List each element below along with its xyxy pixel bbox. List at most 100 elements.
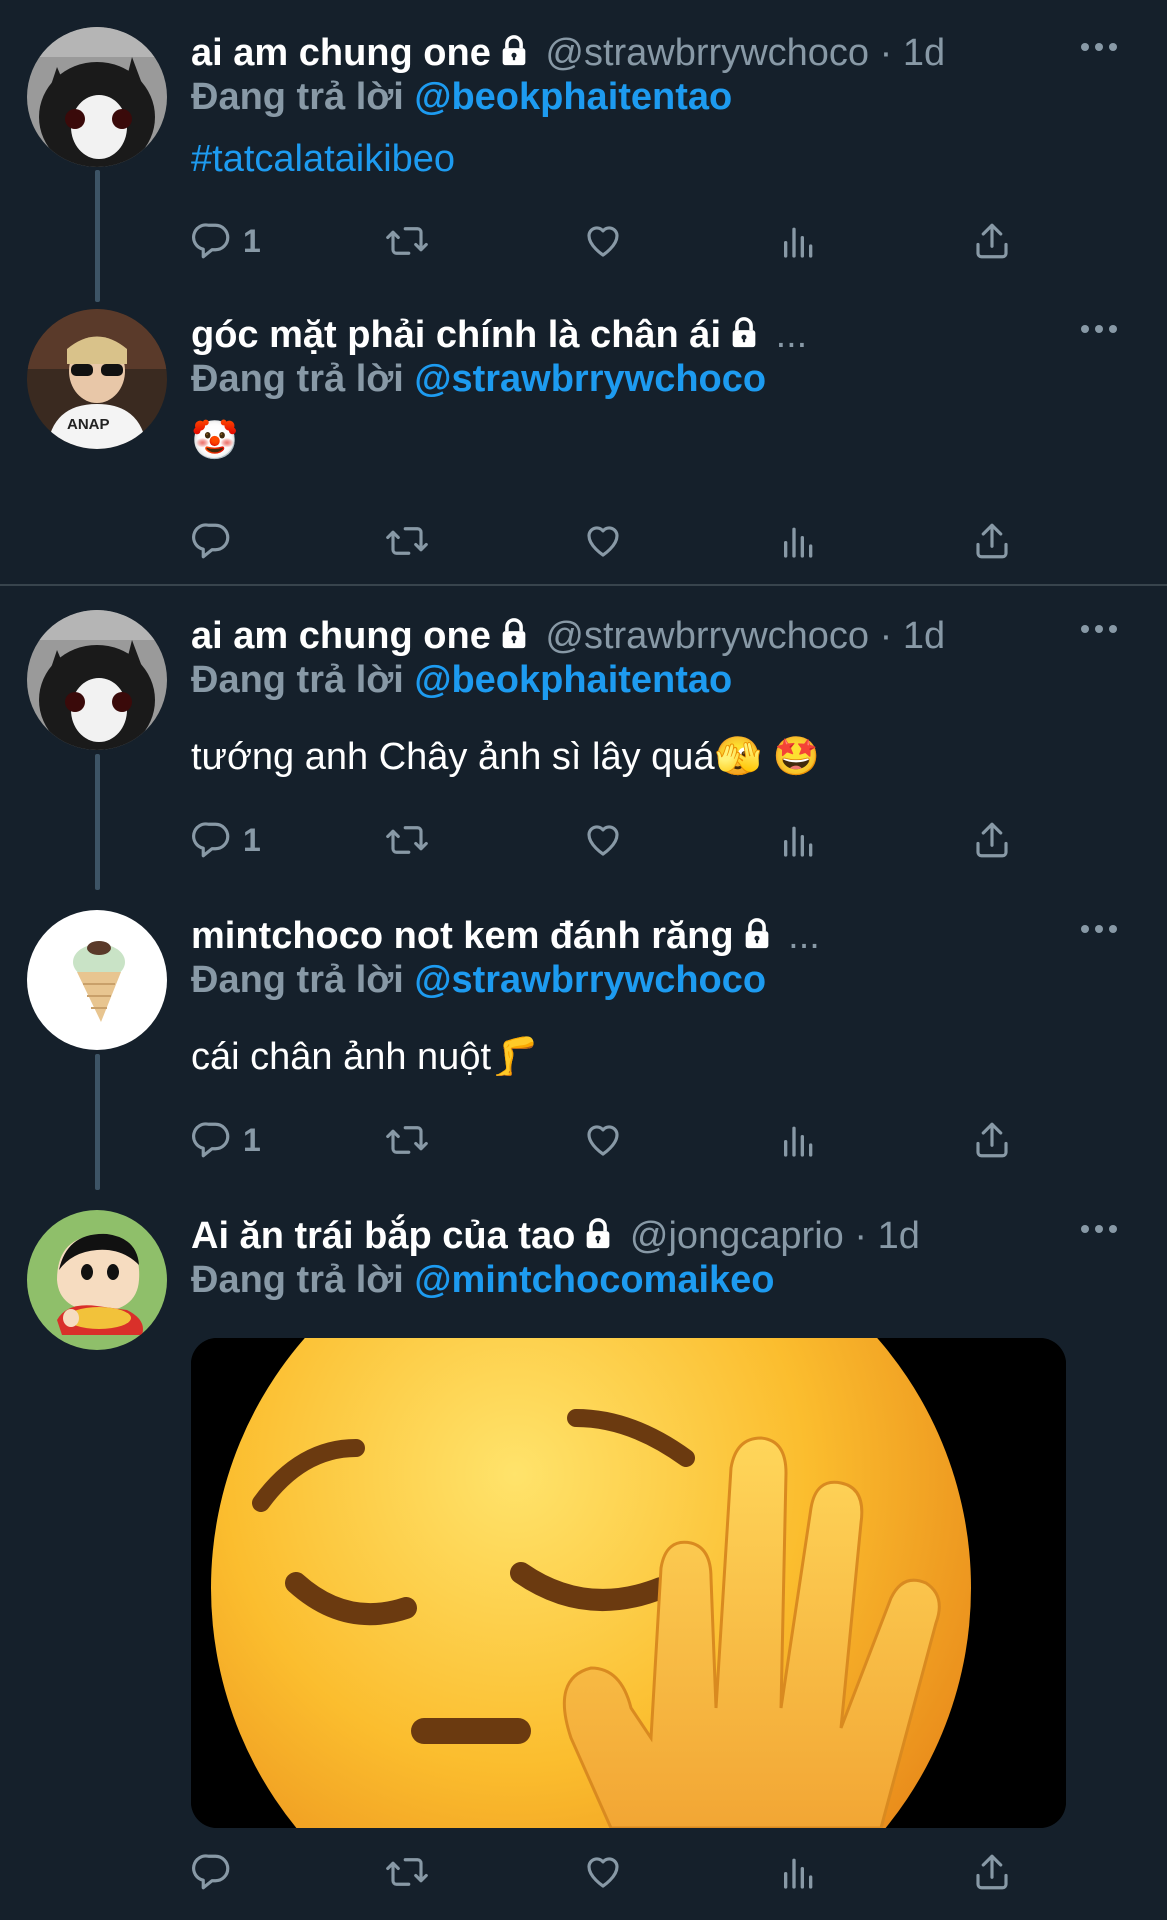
share-icon: [971, 520, 1013, 562]
more-icon[interactable]: [1079, 1222, 1119, 1234]
mention-link[interactable]: @beokphaitentao: [414, 76, 732, 118]
timestamp[interactable]: 1d: [878, 1215, 920, 1257]
name-truncation: ...: [775, 314, 808, 356]
share-button[interactable]: [971, 516, 1013, 566]
tweet[interactable]: ANAP góc mặt phải chính là chân ái ... Đ…: [0, 290, 1167, 586]
share-button[interactable]: [971, 216, 1013, 266]
display-name[interactable]: mintchoco not kem đánh răng: [191, 915, 734, 957]
like-icon: [581, 819, 625, 861]
reply-count: 1: [243, 1121, 261, 1158]
tweet-actions: 1: [191, 216, 1041, 266]
like-button[interactable]: [581, 815, 625, 865]
avatar[interactable]: [27, 27, 167, 167]
display-name[interactable]: ai am chung one: [191, 32, 491, 74]
timestamp[interactable]: 1d: [903, 615, 945, 657]
separator: ·: [879, 32, 893, 74]
avatar[interactable]: [27, 910, 167, 1050]
mention-link[interactable]: @strawbrrywchoco: [414, 358, 766, 400]
tweet-media-image[interactable]: [191, 1338, 1066, 1828]
retweet-button[interactable]: [383, 216, 431, 266]
replying-to-label: Đang trả lời: [191, 358, 404, 400]
lock-icon: [727, 315, 761, 361]
display-name[interactable]: ai am chung one: [191, 615, 491, 657]
display-name[interactable]: góc mặt phải chính là chân ái: [191, 314, 721, 356]
analytics-button[interactable]: [779, 815, 819, 865]
replying-to: Đang trả lời @strawbrrywchoco: [191, 356, 766, 402]
svg-text:ANAP: ANAP: [67, 416, 110, 433]
like-icon: [581, 520, 625, 562]
retweet-icon: [383, 1851, 431, 1893]
mention-link[interactable]: @strawbrrywchoco: [414, 959, 766, 1001]
thread-line: [95, 170, 100, 302]
like-icon: [581, 1851, 625, 1893]
reply-button[interactable]: 1: [191, 216, 261, 266]
retweet-button[interactable]: [383, 516, 431, 566]
retweet-button[interactable]: [383, 815, 431, 865]
more-icon[interactable]: [1079, 322, 1119, 334]
reply-icon: [191, 520, 233, 562]
analytics-icon: [779, 1119, 819, 1161]
tweet-header: mintchoco not kem đánh răng ...: [191, 913, 1027, 962]
like-button[interactable]: [581, 1115, 625, 1165]
tweet-header: ai am chung one @strawbrrywchoco · 1d: [191, 30, 1027, 79]
like-button[interactable]: [581, 516, 625, 566]
replying-to: Đang trả lời @beokphaitentao: [191, 657, 732, 703]
avatar[interactable]: ANAP: [27, 309, 167, 449]
replying-to-label: Đang trả lời: [191, 959, 404, 1001]
avatar[interactable]: [27, 610, 167, 750]
analytics-button[interactable]: [779, 1847, 819, 1897]
username[interactable]: @strawbrrywchoco: [545, 615, 869, 657]
analytics-icon: [779, 520, 819, 562]
analytics-button[interactable]: [779, 516, 819, 566]
thread-line: [95, 754, 100, 890]
username[interactable]: @strawbrrywchoco: [545, 32, 869, 74]
share-button[interactable]: [971, 815, 1013, 865]
lock-icon: [581, 1216, 615, 1262]
lock-icon: [497, 616, 531, 662]
avatar[interactable]: [27, 1210, 167, 1350]
tweet-actions: [191, 516, 1041, 566]
separator: ·: [879, 615, 893, 657]
retweet-button[interactable]: [383, 1847, 431, 1897]
reply-button[interactable]: [191, 516, 233, 566]
reply-button[interactable]: 1: [191, 815, 261, 865]
display-name[interactable]: Ai ăn trái bắp của tao: [191, 1215, 575, 1257]
lock-icon: [497, 33, 531, 79]
retweet-icon: [383, 220, 431, 262]
tweet[interactable]: ai am chung one @strawbrrywchoco · 1d Đa…: [0, 586, 1167, 890]
tweet[interactable]: mintchoco not kem đánh răng ... Đang trả…: [0, 886, 1167, 1190]
tweet-actions: 1: [191, 1115, 1041, 1165]
more-icon[interactable]: [1079, 622, 1119, 634]
share-icon: [971, 220, 1013, 262]
tweet-text: tướng anh Chây ảnh sì lây quá🫣 🤩: [191, 736, 820, 778]
tweet-actions: [191, 1847, 1041, 1897]
more-icon[interactable]: [1079, 40, 1119, 52]
like-button[interactable]: [581, 216, 625, 266]
like-button[interactable]: [581, 1847, 625, 1897]
tweet-text: cái chân ảnh nuột🦵: [191, 1036, 539, 1078]
share-button[interactable]: [971, 1115, 1013, 1165]
reply-icon: [191, 1119, 233, 1161]
tweet[interactable]: ai am chung one @strawbrrywchoco · 1d Đa…: [0, 0, 1167, 302]
hashtag-link[interactable]: #tatcalataikibeo: [191, 136, 455, 182]
replying-to: Đang trả lời @beokphaitentao: [191, 74, 732, 120]
retweet-icon: [383, 1119, 431, 1161]
replying-to: Đang trả lời @mintchocomaikeo: [191, 1257, 775, 1303]
tweet-header: ai am chung one @strawbrrywchoco · 1d: [191, 613, 1027, 662]
username[interactable]: @jongcaprio: [630, 1215, 844, 1257]
analytics-button[interactable]: [779, 1115, 819, 1165]
share-button[interactable]: [971, 1847, 1013, 1897]
share-icon: [971, 819, 1013, 861]
replying-to-label: Đang trả lời: [191, 659, 404, 701]
analytics-button[interactable]: [779, 216, 819, 266]
like-icon: [581, 220, 625, 262]
tweet-text: 🤡: [191, 420, 239, 462]
timestamp[interactable]: 1d: [903, 32, 945, 74]
reply-button[interactable]: [191, 1847, 233, 1897]
reply-button[interactable]: 1: [191, 1115, 261, 1165]
more-icon[interactable]: [1079, 922, 1119, 934]
reply-count: 1: [243, 821, 261, 858]
mention-link[interactable]: @beokphaitentao: [414, 659, 732, 701]
mention-link[interactable]: @mintchocomaikeo: [414, 1259, 774, 1301]
retweet-button[interactable]: [383, 1115, 431, 1165]
